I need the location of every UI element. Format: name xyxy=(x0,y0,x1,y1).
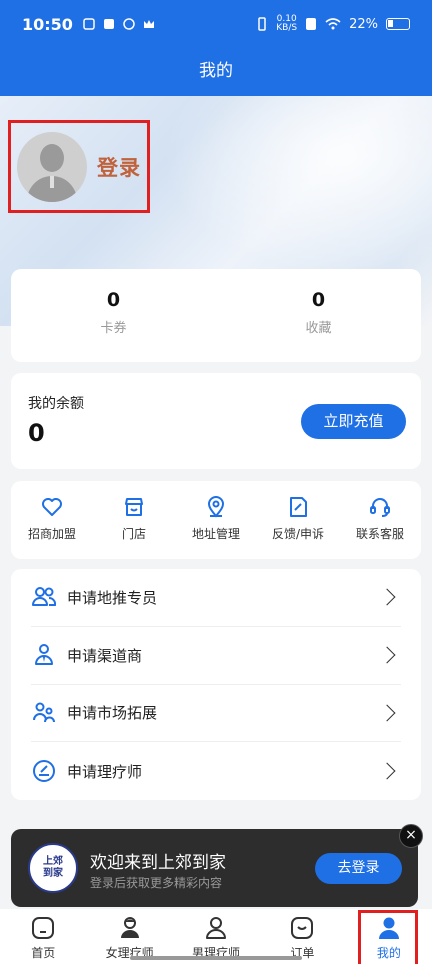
headset-icon xyxy=(370,498,390,517)
status-right: 0.10 KB/S 22% xyxy=(256,15,410,33)
battery-percent: 22% xyxy=(349,16,378,32)
stat-favorites[interactable]: 0 收藏 xyxy=(216,269,421,362)
menu-item-label: 申请地推专员 xyxy=(67,588,158,607)
balance-label: 我的余额 xyxy=(28,396,84,412)
quick-actions: 招商加盟 门店 地址管理 反馈/申诉 联系客服 xyxy=(11,481,421,559)
sim-icon xyxy=(306,18,317,30)
users-icon xyxy=(32,587,57,607)
wifi-icon xyxy=(325,18,341,30)
location-pin-icon xyxy=(207,496,225,518)
quick-action-label: 联系客服 xyxy=(355,527,404,541)
chevron-right-icon xyxy=(378,762,396,780)
male-therapist-icon xyxy=(206,917,227,939)
quick-action-feedback[interactable]: 反馈/申诉 xyxy=(257,481,339,559)
quick-action-franchise[interactable]: 招商加盟 xyxy=(11,481,93,559)
avatar xyxy=(17,131,87,202)
quick-action-address[interactable]: 地址管理 xyxy=(175,481,257,559)
stat-coupons[interactable]: 0 卡券 xyxy=(11,269,216,362)
chevron-right-icon xyxy=(378,646,396,664)
balance-card: 我的余额 0 立即充值 xyxy=(11,373,421,469)
quick-action-label: 门店 xyxy=(121,527,146,541)
stats-card: 0 卡券 0 收藏 xyxy=(11,269,421,362)
app-notification-icon xyxy=(83,18,95,30)
status-time: 10:50 xyxy=(22,14,73,34)
quick-action-label: 地址管理 xyxy=(191,527,240,541)
battery-icon xyxy=(386,18,410,30)
female-therapist-icon xyxy=(120,917,139,938)
banner-subtitle: 登录后获取更多精彩内容 xyxy=(90,876,223,890)
menu-item-label: 申请渠道商 xyxy=(67,646,143,665)
menu-item-label: 申请市场拓展 xyxy=(67,704,158,723)
chevron-right-icon xyxy=(378,704,396,722)
tab-home[interactable]: 首页 xyxy=(0,909,86,964)
app-notification-icon xyxy=(103,19,114,29)
stat-value: 0 xyxy=(311,289,326,311)
stat-label: 卡券 xyxy=(100,321,127,336)
edit-note-icon xyxy=(290,497,307,517)
close-icon[interactable]: × xyxy=(399,824,423,848)
brand-logo: 上郊 到家 xyxy=(28,843,78,893)
chevron-right-icon xyxy=(378,588,396,606)
store-icon xyxy=(125,498,143,516)
home-indicator xyxy=(130,956,302,960)
agent-icon xyxy=(35,644,53,666)
profile-icon xyxy=(378,917,399,939)
menu-item-promoter[interactable]: 申请地推专员 xyxy=(31,569,401,627)
vibrate-icon xyxy=(258,17,267,31)
quick-action-label: 招商加盟 xyxy=(27,527,76,541)
recharge-button[interactable]: 立即充值 xyxy=(301,404,406,439)
order-icon xyxy=(291,917,314,939)
home-icon xyxy=(32,917,55,939)
menu-item-therapist[interactable]: 申请理疗师 xyxy=(31,742,401,800)
therapist-icon xyxy=(33,760,55,783)
tab-label: 我的 xyxy=(376,946,401,960)
menu-item-market[interactable]: 申请市场拓展 xyxy=(31,685,401,743)
login-area[interactable]: 登录 xyxy=(8,120,150,213)
application-menu: 申请地推专员 申请渠道商 申请市场拓展 申请理疗师 xyxy=(11,569,421,800)
heart-icon xyxy=(42,498,62,516)
login-prompt-banner: 上郊 到家 欢迎来到上郊到家 登录后获取更多精彩内容 去登录 xyxy=(11,829,418,907)
go-login-button[interactable]: 去登录 xyxy=(315,853,402,884)
page-title: 我的 xyxy=(0,48,432,96)
banner-title: 欢迎来到上郊到家 xyxy=(90,853,226,873)
app-notification-icon xyxy=(123,18,135,30)
quick-action-store[interactable]: 门店 xyxy=(93,481,175,559)
quick-action-label: 反馈/申诉 xyxy=(271,527,325,541)
team-icon xyxy=(33,702,55,723)
stat-value: 0 xyxy=(106,289,121,311)
notification-icons xyxy=(83,18,155,30)
status-bar: 10:50 0.10 KB/S 22% xyxy=(0,0,432,48)
network-speed: 0.10 KB/S xyxy=(276,14,298,33)
menu-item-label: 申请理疗师 xyxy=(67,762,143,781)
balance-value: 0 xyxy=(28,419,45,447)
tab-label: 首页 xyxy=(31,946,56,960)
quick-action-support[interactable]: 联系客服 xyxy=(339,481,421,559)
login-link[interactable]: 登录 xyxy=(97,152,141,182)
menu-item-channel[interactable]: 申请渠道商 xyxy=(31,627,401,685)
stat-label: 收藏 xyxy=(305,321,332,336)
crown-icon xyxy=(143,20,154,28)
tab-profile[interactable]: 我的 xyxy=(346,909,432,964)
